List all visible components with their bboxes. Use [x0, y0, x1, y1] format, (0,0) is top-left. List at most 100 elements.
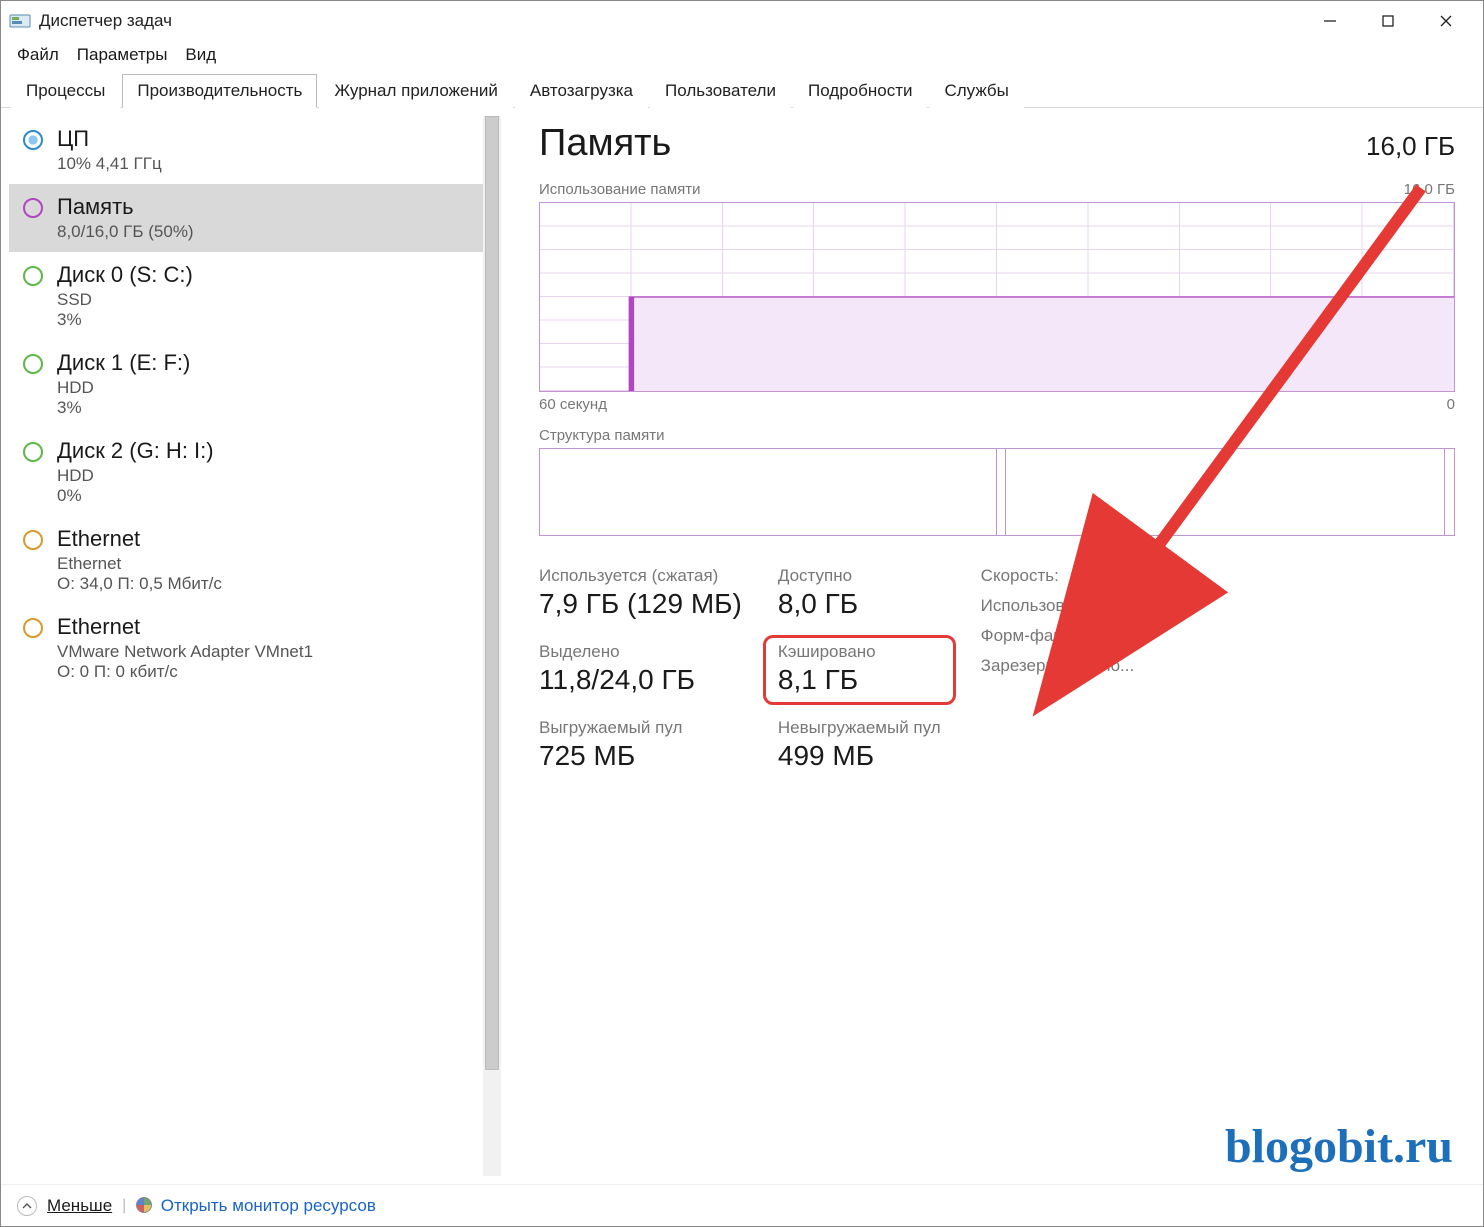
usage-chart-time-axis: 60 секунд 0 — [539, 396, 1455, 413]
stat-paged: Выгружаемый пул 725 МБ — [539, 718, 742, 772]
composition-segment-inuse — [540, 449, 997, 535]
close-button[interactable] — [1417, 1, 1475, 41]
composition-segment-modified — [997, 449, 1006, 535]
menu-file[interactable]: Файл — [11, 43, 65, 67]
footer-divider: | — [122, 1197, 126, 1215]
composition-segment-free — [1445, 449, 1454, 535]
sidebar-item-sub: VMware Network Adapter VMnet1 — [57, 642, 313, 662]
network-icon — [23, 530, 43, 550]
sidebar-item-sub: SSD — [57, 290, 193, 310]
tab-users[interactable]: Пользователи — [650, 74, 791, 108]
scrollbar-thumb[interactable] — [485, 116, 499, 1070]
usage-label: Использование памяти — [539, 181, 701, 198]
sidebar-item-title: Диск 2 (G: H: I:) — [57, 438, 214, 464]
chevron-up-icon[interactable] — [17, 1196, 37, 1216]
sidebar-item-title: Ethernet — [57, 614, 313, 640]
tab-app-history[interactable]: Журнал приложений — [319, 74, 513, 108]
sidebar-item-sub2: О: 34,0 П: 0,5 Мбит/с — [57, 574, 222, 594]
sidebar-item-sub2: О: 0 П: 0 кбит/с — [57, 662, 313, 682]
menu-view[interactable]: Вид — [179, 43, 222, 67]
sidebar-item-title: Диск 1 (E: F:) — [57, 350, 190, 376]
composition-label: Структура памяти — [539, 427, 664, 444]
tab-startup[interactable]: Автозагрузка — [515, 74, 648, 108]
tabstrip: Процессы Производительность Журнал прило… — [1, 73, 1483, 108]
tab-performance[interactable]: Производительность — [122, 74, 317, 108]
sidebar-item-sub: Ethernet — [57, 554, 222, 574]
stat-value: 8,0 ГБ — [778, 588, 941, 620]
window-title: Диспетчер задач — [39, 11, 1301, 31]
app-icon — [9, 12, 31, 30]
minimize-button[interactable] — [1301, 1, 1359, 41]
sidebar-item-sub2: 3% — [57, 398, 190, 418]
sidebar-item-disk0[interactable]: Диск 0 (S: C:) SSD 3% — [9, 252, 501, 340]
stat-label: Выделено — [539, 642, 742, 662]
sidebar-item-ethernet1[interactable]: Ethernet VMware Network Adapter VMnet1 О… — [9, 604, 501, 692]
memory-stats: Используется (сжатая) 7,9 ГБ (129 МБ) Вы… — [539, 566, 1455, 772]
titlebar: Диспетчер задач — [1, 1, 1483, 41]
meta-speed-label: Скорость: — [981, 566, 1135, 586]
resource-monitor-icon — [136, 1197, 152, 1213]
stat-value: 7,9 ГБ (129 МБ) — [539, 588, 742, 620]
disk-icon — [23, 266, 43, 286]
memory-composition-bar[interactable] — [539, 448, 1455, 536]
tab-processes[interactable]: Процессы — [11, 74, 120, 108]
sidebar-item-title: Ethernet — [57, 526, 222, 552]
tab-details[interactable]: Подробности — [793, 74, 928, 108]
resource-monitor-link[interactable]: Открыть монитор ресурсов — [136, 1195, 376, 1216]
sidebar-item-sub: 8,0/16,0 ГБ (50%) — [57, 222, 194, 242]
sidebar-item-disk2[interactable]: Диск 2 (G: H: I:) HDD 0% — [9, 428, 501, 516]
composition-label-row: Структура памяти — [539, 427, 1455, 444]
stat-label: Невыгружаемый пул — [778, 718, 941, 738]
time-axis-left: 60 секунд — [539, 396, 607, 413]
usage-chart-labels: Использование памяти 16,0 ГБ — [539, 181, 1455, 198]
performance-sidebar: ЦП 10% 4,41 ГГц Память 8,0/16,0 ГБ (50%)… — [1, 108, 501, 1184]
sidebar-item-sub: 10% 4,41 ГГц — [57, 154, 162, 174]
stat-value: 8,1 ГБ — [778, 664, 941, 696]
time-axis-right: 0 — [1447, 396, 1455, 413]
watermark: blogobit.ru — [1225, 1119, 1453, 1174]
meta-slots-label: Использовано гн... — [981, 596, 1135, 616]
tab-services[interactable]: Службы — [929, 74, 1023, 108]
fewer-details-link[interactable]: Меньше — [47, 1196, 112, 1216]
resource-monitor-label: Открыть монитор ресурсов — [161, 1196, 376, 1215]
memory-meta: Скорость: Использовано гн... Форм-фактор… — [981, 566, 1135, 772]
sidebar-item-sub2: 3% — [57, 310, 193, 330]
stat-in-use: Используется (сжатая) 7,9 ГБ (129 МБ) — [539, 566, 742, 620]
memory-usage-chart[interactable] — [539, 202, 1455, 392]
sidebar-item-title: ЦП — [57, 126, 162, 152]
footer: Меньше | Открыть монитор ресурсов — [1, 1184, 1483, 1226]
disk-icon — [23, 442, 43, 462]
performance-detail: Память 16,0 ГБ Использование памяти 16,0… — [501, 108, 1483, 1184]
sidebar-item-sub2: 0% — [57, 486, 214, 506]
sidebar-item-title: Память — [57, 194, 194, 220]
body: ЦП 10% 4,41 ГГц Память 8,0/16,0 ГБ (50%)… — [1, 108, 1483, 1184]
sidebar-item-title: Диск 0 (S: C:) — [57, 262, 193, 288]
sidebar-item-cpu[interactable]: ЦП 10% 4,41 ГГц — [9, 116, 501, 184]
sidebar-scrollbar[interactable] — [483, 116, 501, 1176]
task-manager-window: Диспетчер задач Файл Параметры Вид Проце… — [0, 0, 1484, 1227]
detail-header: Память 16,0 ГБ — [539, 122, 1455, 165]
stat-value: 11,8/24,0 ГБ — [539, 664, 742, 696]
sidebar-item-memory[interactable]: Память 8,0/16,0 ГБ (50%) — [9, 184, 501, 252]
usage-max: 16,0 ГБ — [1404, 181, 1455, 198]
sidebar-item-sub: HDD — [57, 378, 190, 398]
meta-form-label: Форм-фактор: — [981, 626, 1135, 646]
stat-available: Доступно 8,0 ГБ — [778, 566, 941, 620]
maximize-button[interactable] — [1359, 1, 1417, 41]
stat-committed: Выделено 11,8/24,0 ГБ — [539, 642, 742, 696]
disk-icon — [23, 354, 43, 374]
network-icon — [23, 618, 43, 638]
cpu-icon — [23, 130, 43, 150]
sidebar-item-disk1[interactable]: Диск 1 (E: F:) HDD 3% — [9, 340, 501, 428]
composition-segment-standby — [1006, 449, 1445, 535]
stat-label: Выгружаемый пул — [539, 718, 742, 738]
stat-cached: Кэшировано 8,1 ГБ — [763, 635, 956, 705]
meta-reserved-label: Зарезервировано... — [981, 656, 1135, 676]
sidebar-item-ethernet0[interactable]: Ethernet Ethernet О: 34,0 П: 0,5 Мбит/с — [9, 516, 501, 604]
detail-capacity: 16,0 ГБ — [1366, 131, 1455, 162]
stat-nonpaged: Невыгружаемый пул 499 МБ — [778, 718, 941, 772]
window-controls — [1301, 1, 1475, 41]
memory-icon — [23, 198, 43, 218]
menubar: Файл Параметры Вид — [1, 41, 1483, 73]
menu-options[interactable]: Параметры — [71, 43, 174, 67]
